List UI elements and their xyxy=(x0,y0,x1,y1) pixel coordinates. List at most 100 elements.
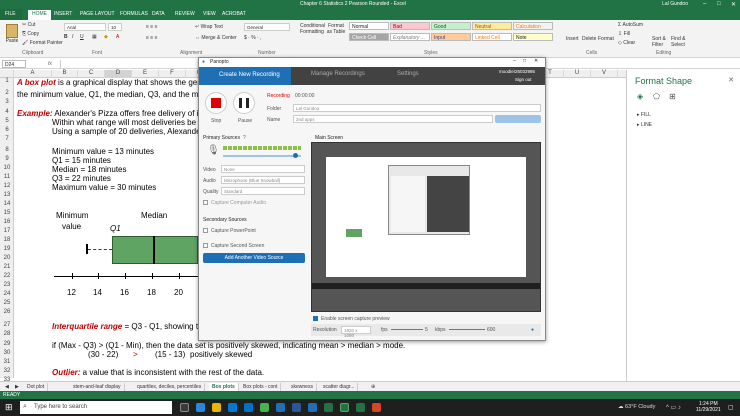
row-header-8[interactable]: 8 xyxy=(0,147,14,153)
panopto-minimize-icon[interactable]: – xyxy=(513,58,516,64)
row-header-7[interactable]: 7 xyxy=(0,136,14,142)
sheet-nav-next-icon[interactable]: ▶ xyxy=(12,383,22,391)
cell-g30[interactable]: positively skewed xyxy=(190,350,252,359)
row-header-17[interactable]: 17 xyxy=(0,228,14,234)
capture-second-screen-checkbox[interactable] xyxy=(203,243,208,248)
kbps-slider[interactable] xyxy=(449,329,485,330)
sheet-tab-stem-leaf[interactable]: stem-and-leaf display xyxy=(70,383,125,391)
clear-button[interactable]: ◇ Clear xyxy=(618,40,635,46)
word-icon[interactable] xyxy=(292,403,301,412)
panopto-maximize-icon[interactable]: □ xyxy=(523,58,526,64)
store-icon[interactable] xyxy=(228,403,237,412)
row-header-2[interactable]: 2 xyxy=(0,90,14,96)
outlook-icon[interactable] xyxy=(276,403,285,412)
column-header-e[interactable]: E xyxy=(132,70,159,78)
borders-icon[interactable]: ▦ xyxy=(92,34,97,40)
line-section[interactable]: ▸ LINE xyxy=(637,122,652,128)
column-header-a[interactable]: A xyxy=(14,70,52,78)
excel-taskbar-icon[interactable] xyxy=(324,403,333,412)
column-header-d[interactable]: D xyxy=(105,70,132,78)
column-header-f[interactable]: F xyxy=(159,70,186,78)
row-header-10[interactable]: 10 xyxy=(0,165,14,171)
tab-view[interactable]: VIEW xyxy=(203,11,216,17)
row-header-31[interactable]: 31 xyxy=(0,359,14,365)
align-left-icon[interactable]: ≡ ≡ ≡ xyxy=(146,35,158,41)
style-linked-cell[interactable]: Linked Cell xyxy=(472,33,512,41)
tab-page-layout[interactable]: PAGE LAYOUT xyxy=(80,11,115,17)
cell-b6[interactable]: Using a sample of 20 deliveries, Alexand… xyxy=(52,127,210,136)
weather-widget[interactable]: ☁ 63°F Cloudy xyxy=(618,404,655,410)
fill-button[interactable]: ⇩ Fill xyxy=(618,31,630,37)
row-header-30[interactable]: 30 xyxy=(0,350,14,356)
cell-f30[interactable]: (15 - 13) xyxy=(155,350,185,359)
tab-file[interactable]: FILE xyxy=(0,9,22,20)
sign-out-link[interactable]: Sign out xyxy=(515,77,532,82)
delete-cells-button[interactable]: Delete xyxy=(582,36,596,42)
info-icon[interactable]: ● xyxy=(531,327,534,333)
sheet-tab-quartiles[interactable]: quartiles, deciles, percentiles xyxy=(134,383,206,391)
row-header-28[interactable]: 28 xyxy=(0,331,14,337)
row-header-29[interactable]: 29 xyxy=(0,341,14,347)
insert-cells-button[interactable]: Insert xyxy=(566,36,579,42)
row-header-19[interactable]: 19 xyxy=(0,246,14,252)
tab-formulas[interactable]: FORMULAS xyxy=(120,11,148,17)
quality-select[interactable]: Standard xyxy=(221,187,305,195)
italic-button[interactable]: I xyxy=(72,34,73,40)
number-format-select[interactable]: General xyxy=(244,23,290,31)
column-header-u[interactable]: U xyxy=(564,70,591,78)
cell-b8[interactable]: Minimum value = 13 minutes xyxy=(52,147,154,156)
style-check-cell[interactable]: Check Cell xyxy=(349,33,389,41)
tab-data[interactable]: DATA xyxy=(152,11,165,17)
format-painter-button[interactable]: 🖌 Format Painter xyxy=(22,40,63,46)
underline-button[interactable]: U xyxy=(80,34,84,40)
fps-slider[interactable] xyxy=(391,329,423,330)
row-header-18[interactable]: 18 xyxy=(0,237,14,243)
task-view-icon[interactable] xyxy=(180,403,189,412)
row-header-25[interactable]: 25 xyxy=(0,300,14,306)
cell-c30[interactable]: (30 - 22) xyxy=(88,350,118,359)
row-header-5[interactable]: 5 xyxy=(0,118,14,124)
folder-field[interactable]: Lal Gundoo xyxy=(293,104,541,112)
wrap-text-button[interactable]: ↵ Wrap Text xyxy=(195,24,223,30)
currency-icon[interactable]: $ · % · , xyxy=(244,35,262,41)
row-header-27[interactable]: 27 xyxy=(0,322,14,328)
close-icon[interactable]: ✕ xyxy=(731,1,736,8)
cell-a4[interactable]: Example: Alexander's Pizza offers free d… xyxy=(17,109,211,118)
stop-button[interactable] xyxy=(205,92,227,114)
panopto-close-icon[interactable]: ✕ xyxy=(534,58,538,64)
video-source-select[interactable]: None xyxy=(221,165,305,173)
tab-settings[interactable]: Settings xyxy=(397,71,419,77)
sheet-tab-box-plots-cont[interactable]: Box plots - cont xyxy=(240,383,282,391)
row-header-3[interactable]: 3 xyxy=(0,99,14,105)
fill-color-icon[interactable]: ◆ xyxy=(104,34,108,40)
minimize-icon[interactable]: – xyxy=(703,1,706,7)
user-name[interactable]: Lal Gundoo xyxy=(662,1,688,7)
box-plot-figure[interactable]: Minimum value Q1 Median 12 14 16 18 20 xyxy=(14,200,198,315)
cell-a1[interactable]: A box plot is a graphical display that s… xyxy=(17,78,213,87)
taskbar-search-box[interactable]: ⌕ Type here to search xyxy=(20,401,172,414)
style-bad[interactable]: Bad xyxy=(390,22,430,30)
row-header-14[interactable]: 14 xyxy=(0,201,14,207)
tab-review[interactable]: REVIEW xyxy=(175,11,195,17)
row-header-6[interactable]: 6 xyxy=(0,127,14,133)
cell-b9[interactable]: Q1 = 15 minutes xyxy=(52,156,111,165)
edge-icon[interactable] xyxy=(196,403,205,412)
add-sheet-icon[interactable]: ⊕ xyxy=(368,383,378,391)
tab-insert[interactable]: INSERT xyxy=(54,11,72,17)
row-header-4[interactable]: 4 xyxy=(0,109,14,115)
style-note[interactable]: Note xyxy=(513,33,553,41)
row-header-26[interactable]: 26 xyxy=(0,309,14,315)
clock[interactable]: 1:24 PM 11/29/2021 xyxy=(696,401,721,413)
cell-b11[interactable]: Q3 = 22 minutes xyxy=(52,174,111,183)
join-session-button[interactable] xyxy=(495,115,541,123)
row-header-9[interactable]: 9 xyxy=(0,156,14,162)
format-cells-button[interactable]: Format xyxy=(598,36,614,42)
windows-start-icon[interactable]: ⊞ xyxy=(5,402,13,413)
capture-computer-audio-checkbox[interactable] xyxy=(203,200,208,205)
sheet-nav-prev-icon[interactable]: ◀ xyxy=(2,383,12,391)
row-header-32[interactable]: 32 xyxy=(0,368,14,374)
effects-icon[interactable]: ⬠ xyxy=(653,92,660,101)
row-header-13[interactable]: 13 xyxy=(0,192,14,198)
panopto-taskbar-icon[interactable] xyxy=(308,403,317,412)
row-header-20[interactable]: 20 xyxy=(0,255,14,261)
